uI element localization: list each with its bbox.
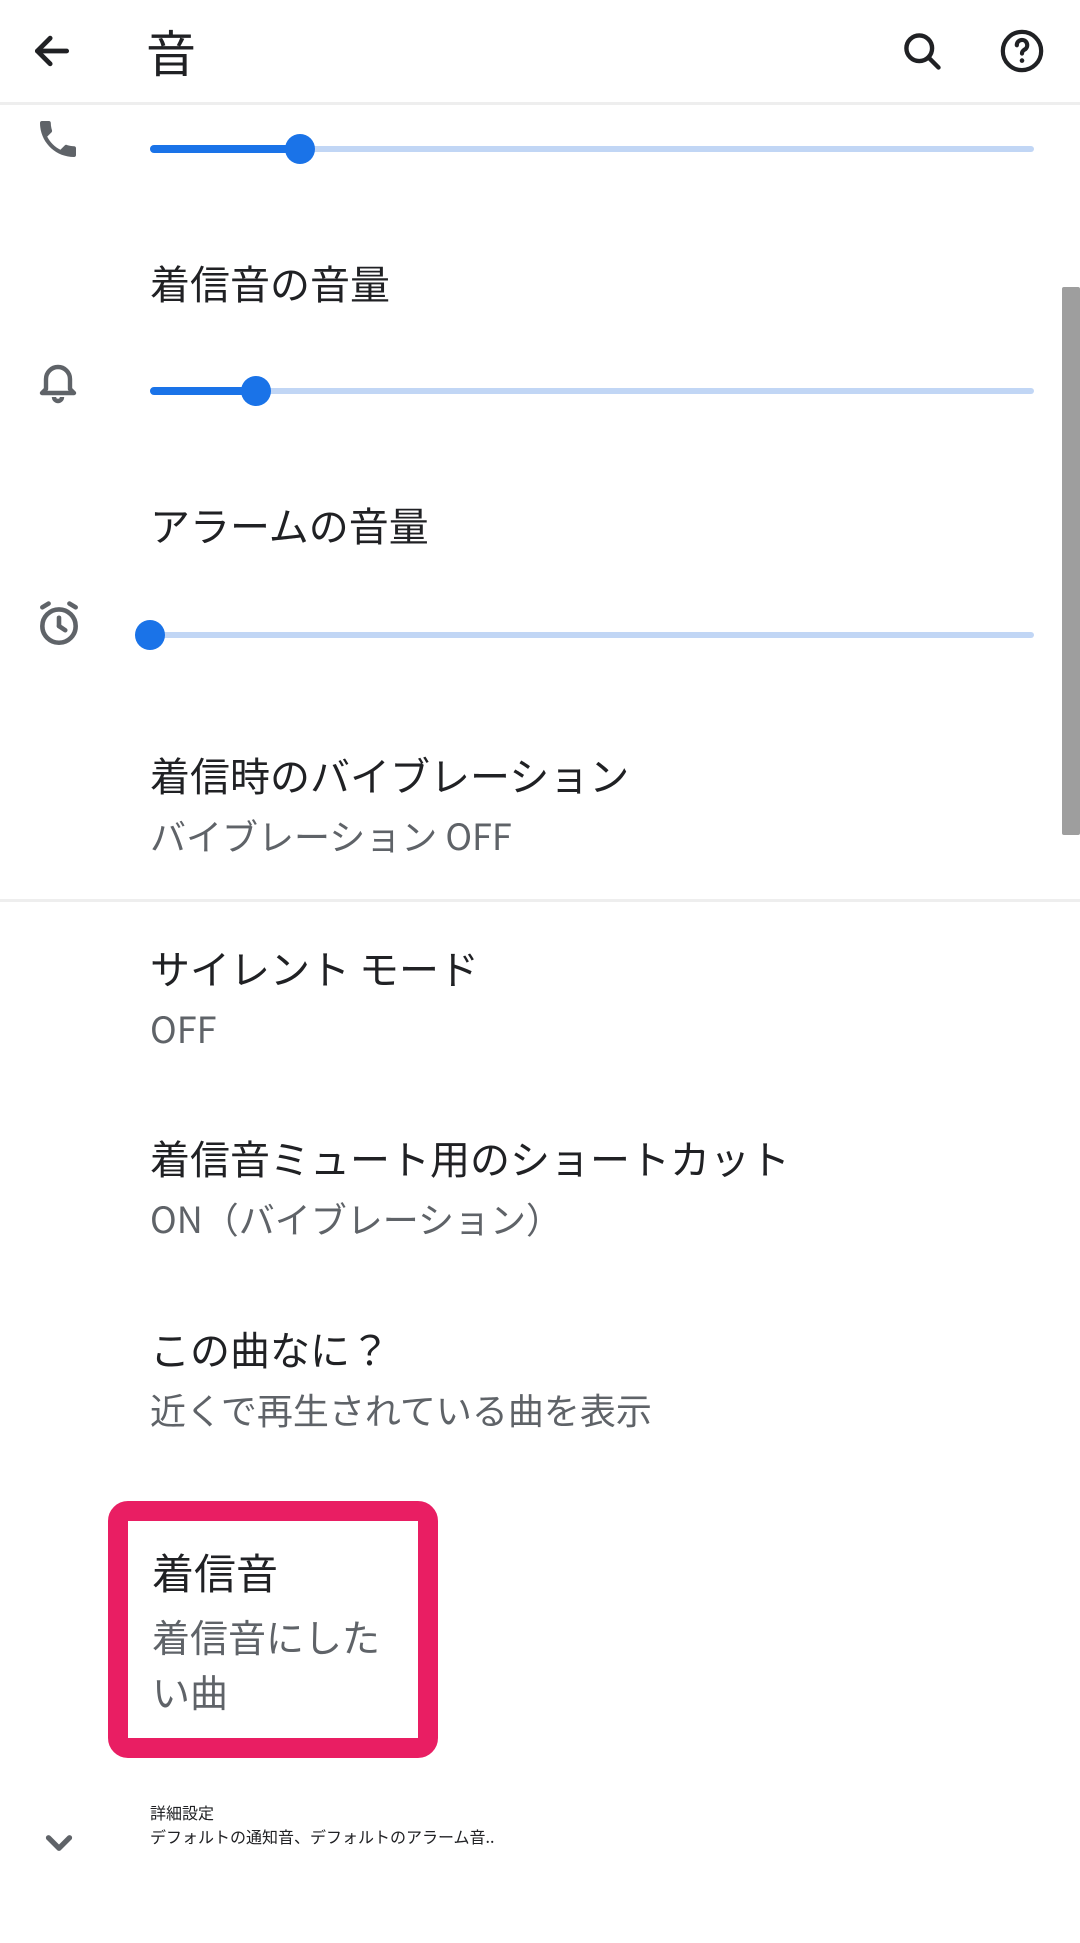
item-advanced-title: 詳細設定: [150, 1800, 1058, 1824]
call-volume-row: [0, 105, 1080, 163]
item-mute-shortcut[interactable]: 着信音ミュート用のショートカット ON（バイブレーション）: [0, 1092, 1080, 1282]
item-ringtone-title: 着信音: [152, 1541, 400, 1602]
ring-volume-slider[interactable]: [150, 377, 1034, 405]
item-vibration[interactable]: 着信時のバイブレーション バイブレーション OFF: [0, 709, 1080, 899]
scrollbar[interactable]: [1062, 105, 1080, 1943]
item-advanced[interactable]: 詳細設定 デフォルトの通知音、デフォルトのアラーム音..: [0, 1766, 1080, 1864]
search-icon: [900, 29, 944, 73]
alarm-volume-slider[interactable]: [150, 621, 1034, 649]
item-vibration-title: 着信時のバイブレーション: [150, 747, 1034, 801]
item-now-playing-title: この曲なに？: [150, 1321, 1034, 1375]
item-mute-title: 着信音ミュート用のショートカット: [150, 1130, 1034, 1184]
item-silent-mode[interactable]: サイレント モード OFF: [0, 902, 1080, 1092]
call-volume-slider[interactable]: [150, 135, 1034, 163]
item-ringtone-subtitle: 着信音にしたい曲: [152, 1608, 400, 1718]
item-silent-subtitle: OFF: [150, 1002, 1034, 1054]
help-icon: [999, 28, 1045, 74]
page-title: 音: [146, 15, 196, 87]
item-advanced-subtitle: デフォルトの通知音、デフォルトのアラーム音..: [150, 1824, 1058, 1848]
phone-icon: [34, 115, 82, 163]
item-ringtone-highlight: 着信音 着信音にしたい曲: [0, 1501, 1080, 1758]
item-vibration-subtitle: バイブレーション OFF: [150, 809, 1034, 861]
help-button[interactable]: [992, 21, 1052, 81]
chevron-down-icon: [38, 1822, 80, 1864]
alarm-volume-row: [0, 591, 1080, 649]
ring-volume-row: [0, 349, 1080, 405]
item-mute-subtitle: ON（バイブレーション）: [150, 1192, 1034, 1244]
bell-icon: [34, 357, 82, 405]
back-button[interactable]: [28, 27, 76, 75]
item-silent-title: サイレント モード: [150, 940, 1034, 994]
content: 着信音の音量 アラームの音量: [0, 105, 1080, 1864]
item-ringtone[interactable]: 着信音 着信音にしたい曲: [108, 1501, 438, 1758]
alarm-volume-label: アラームの音量: [150, 495, 1034, 553]
scrollbar-thumb[interactable]: [1062, 287, 1080, 835]
back-arrow-icon: [30, 29, 74, 73]
item-now-playing[interactable]: この曲なに？ 近くで再生されている曲を表示: [0, 1283, 1080, 1473]
app-bar: 音: [0, 0, 1080, 105]
item-now-playing-subtitle: 近くで再生されている曲を表示: [150, 1383, 1034, 1435]
alarm-icon: [34, 599, 84, 649]
ring-volume-label: 着信音の音量: [150, 253, 1034, 311]
search-button[interactable]: [892, 21, 952, 81]
